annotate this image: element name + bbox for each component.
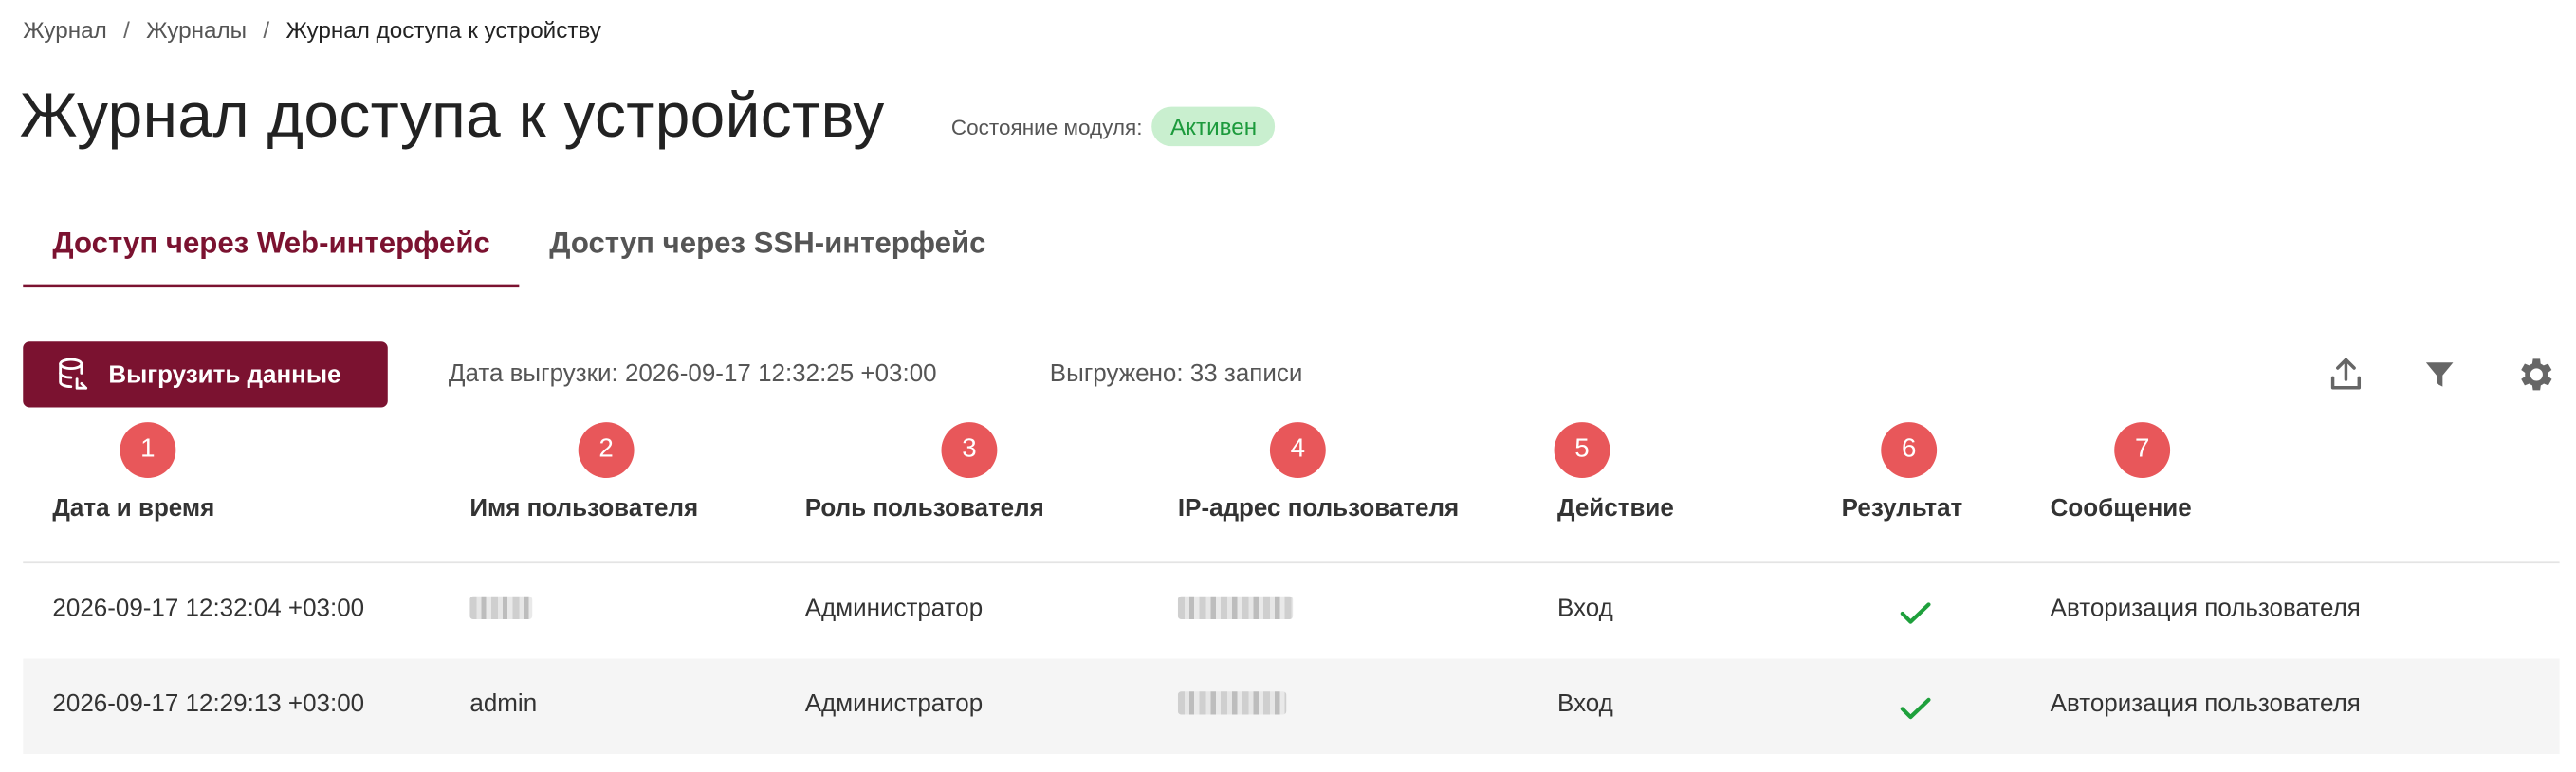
cell-datetime: 2026-09-17 12:29:13 +03:00	[52, 689, 365, 718]
tab-ssh-access[interactable]: Доступ через SSH-интерфейс	[520, 213, 1016, 287]
filter-icon[interactable]	[2417, 352, 2462, 397]
toolbar: Выгрузить данные Дата выгрузки: 2026-09-…	[23, 341, 2576, 408]
cell-role: Администратор	[804, 689, 984, 718]
table-row[interactable]: 2026-09-17 12:29:13 +03:00 admin Админис…	[23, 658, 2560, 755]
breadcrumb: Журнал / Журналы / Журнал доступа к устр…	[23, 16, 601, 43]
column-header-datetime[interactable]: Дата и время	[52, 494, 214, 522]
cell-datetime: 2026-09-17 12:32:04 +03:00	[52, 595, 365, 623]
export-count: Выгружено: 33 записи	[1049, 359, 1303, 388]
upload-icon[interactable]	[2323, 352, 2368, 397]
column-header-action[interactable]: Действие	[1557, 494, 1674, 522]
cell-action: Вход	[1557, 689, 1613, 718]
cell-action: Вход	[1557, 595, 1613, 623]
breadcrumb-journals[interactable]: Журналы	[146, 16, 247, 43]
column-header-role[interactable]: Роль пользователя	[805, 494, 1044, 522]
status-label: Состояние модуля:	[950, 114, 1143, 139]
export-button-label: Выгрузить данные	[108, 360, 341, 389]
column-marker: 2	[578, 422, 635, 479]
success-check-icon	[1900, 697, 1931, 720]
success-check-icon	[1900, 602, 1931, 624]
page-title: Журнал доступа к устройству	[19, 82, 885, 152]
tab-web-access[interactable]: Доступ через Web-интерфейс	[23, 213, 521, 288]
page: Журнал / Журналы / Журнал доступа к устр…	[0, 0, 2576, 772]
database-export-icon	[59, 358, 88, 390]
breadcrumb-separator: /	[263, 16, 270, 44]
cell-message: Авторизация пользователя	[2050, 689, 2361, 718]
column-marker: 4	[1269, 422, 1326, 479]
redacted-ip	[1177, 691, 1287, 715]
column-header-message[interactable]: Сообщение	[2051, 494, 2192, 522]
column-marker: 7	[2114, 422, 2171, 479]
column-marker: 6	[1881, 422, 1938, 479]
export-data-button[interactable]: Выгрузить данные	[23, 341, 388, 408]
cell-role: Администратор	[804, 595, 984, 623]
breadcrumb-journal[interactable]: Журнал	[23, 16, 106, 43]
export-date: Дата выгрузки: 2026-09-17 12:32:25 +03:0…	[448, 359, 937, 388]
column-marker: 3	[941, 422, 998, 479]
tab-bar: Доступ через Web-интерфейс Доступ через …	[23, 213, 1016, 288]
module-status: Состояние модуля: Активен	[950, 106, 1276, 147]
cell-username: admin	[469, 689, 538, 718]
gear-icon[interactable]	[2513, 352, 2559, 397]
column-marker: 1	[120, 422, 176, 479]
table-row[interactable]: 2026-09-17 12:32:04 +03:00 Администратор…	[23, 563, 2559, 658]
status-badge: Активен	[1151, 106, 1276, 147]
column-header-ip[interactable]: IP-адрес пользователя	[1178, 494, 1459, 522]
redacted-username	[469, 596, 533, 620]
breadcrumb-separator: /	[123, 16, 130, 44]
page-content: Журнал / Журналы / Журнал доступа к устр…	[0, 0, 2576, 772]
breadcrumb-current: Журнал доступа к устройству	[285, 16, 601, 44]
table-header: Дата и время Имя пользователя Роль польз…	[23, 487, 2560, 564]
column-header-username[interactable]: Имя пользователя	[469, 494, 698, 522]
column-header-result[interactable]: Результат	[1842, 494, 1963, 522]
redacted-ip	[1177, 596, 1294, 620]
column-marker: 5	[1554, 422, 1610, 479]
cell-message: Авторизация пользователя	[2050, 595, 2361, 623]
